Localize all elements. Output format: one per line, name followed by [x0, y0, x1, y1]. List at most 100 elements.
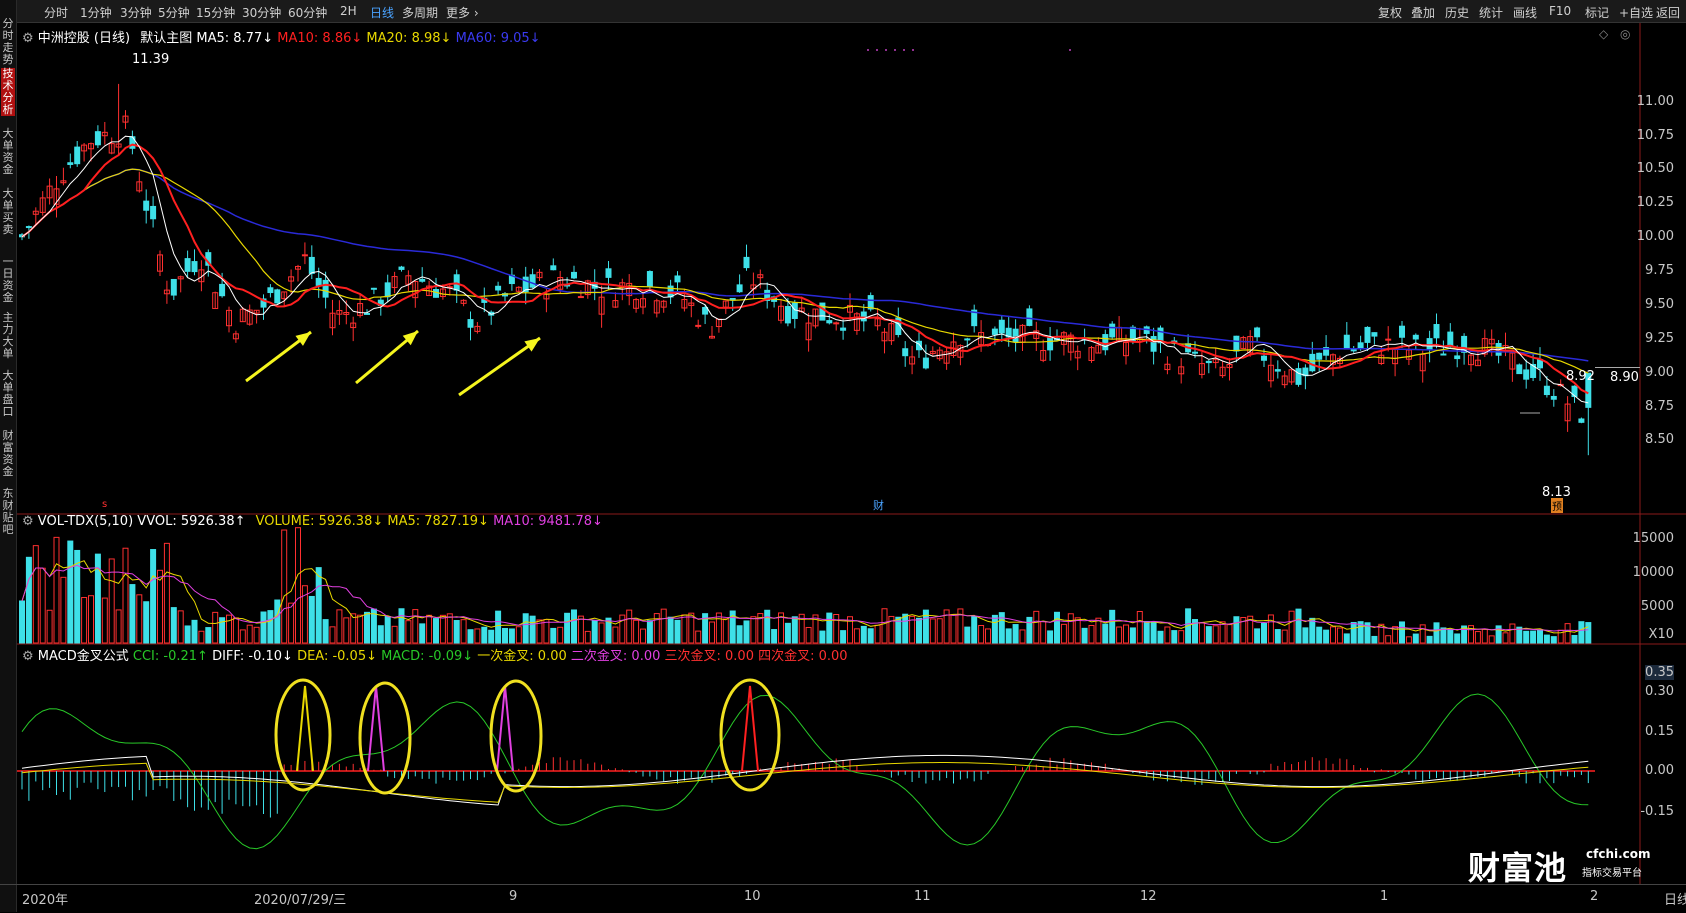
candle-body [219, 283, 226, 297]
date-label: 1 [1380, 889, 1389, 904]
settings-icon[interactable]: ⚙ [22, 31, 34, 46]
candle-body [384, 282, 391, 298]
lock-icon[interactable]: ◎ [1620, 27, 1630, 41]
sidebar-item-4[interactable]: 一日资金 [1, 256, 15, 304]
volume-bar [674, 619, 681, 644]
forecast-marker[interactable]: 预 [1551, 498, 1563, 513]
volume-bar [1226, 624, 1233, 644]
settings-icon[interactable]: ⚙ [22, 649, 34, 664]
ma20-value: MA20: 8.98↓ [366, 31, 452, 46]
volume-value: VOLUME: 5926.38↓ [255, 514, 384, 529]
period-tab-0[interactable]: 分时 [44, 4, 68, 21]
date-label: 10 [744, 889, 761, 904]
volume-bar [474, 628, 481, 644]
volume-bar [564, 612, 571, 644]
settings-icon[interactable]: ⚙ [22, 514, 34, 529]
volume-bar [929, 618, 936, 644]
period-tab-9[interactable]: 多周期 [402, 4, 438, 21]
sidebar-item-1[interactable]: 技术分析 [1, 68, 15, 116]
candle-body [840, 327, 847, 331]
sidebar-item-3[interactable]: 大单买卖 [1, 188, 15, 236]
sidebar-item-7[interactable]: 财富资金 [1, 430, 15, 478]
volume-bar [315, 567, 322, 644]
sidebar-item-5[interactable]: 主力大单 [1, 312, 15, 360]
volume-bar [191, 619, 198, 644]
vol-indicator-name[interactable]: VOL-TDX(5,10) [38, 514, 133, 529]
sidebar-item-2[interactable]: 大单资金 [1, 128, 15, 176]
tool-button-3[interactable]: 统计 [1479, 4, 1503, 21]
financial-report-marker[interactable]: 财 [873, 497, 884, 513]
macd-indicator-name[interactable]: MACD金叉公式 [38, 649, 129, 664]
volume-bar [1530, 630, 1537, 644]
volume-bar [681, 614, 688, 644]
volume-bar [598, 622, 605, 644]
volume-bar [1543, 634, 1550, 644]
tool-button-2[interactable]: 历史 [1445, 4, 1469, 21]
volume-bar [1116, 626, 1123, 644]
price-tick: 10.50 [1636, 161, 1674, 176]
sidebar-item-0[interactable]: 分时走势 [1, 18, 15, 66]
candle-body [364, 312, 370, 315]
tool-button-6[interactable]: 标记 [1585, 4, 1609, 21]
volume-bar [508, 628, 515, 644]
tool-button-5[interactable]: F10 [1549, 4, 1571, 18]
volume-bar [288, 602, 295, 644]
period-tab-4[interactable]: 15分钟 [196, 4, 235, 21]
volume-bar [1481, 628, 1488, 644]
macd-tick: 0.35 [1645, 665, 1674, 680]
volume-bar [998, 612, 1005, 644]
left-sidebar: 分时走势技术分析大单资金大单买卖一日资金主力大单大单盘口财富资金东财贴吧 [0, 0, 17, 912]
candle-body [1109, 323, 1116, 338]
volume-bar [295, 527, 301, 644]
volume-bar [32, 545, 39, 644]
vvol-value: VVOL: 5926.38↑ [137, 514, 246, 529]
period-tab-6[interactable]: 60分钟 [288, 4, 327, 21]
chart-template[interactable]: 默认主图 [140, 31, 192, 46]
volume-bar [1254, 628, 1261, 644]
volume-bar [1164, 626, 1171, 644]
candle-body [1412, 334, 1419, 340]
period-tab-7[interactable]: 2H [340, 4, 357, 18]
collapse-icon[interactable]: ◇ [1599, 27, 1608, 41]
volume-bar [1537, 629, 1543, 644]
period-tab-1[interactable]: 1分钟 [80, 4, 112, 21]
volume-bar [1578, 621, 1585, 644]
candle-body [529, 274, 536, 288]
cross-signal-spike [741, 685, 759, 772]
tool-button-0[interactable]: 复权 [1378, 4, 1402, 21]
date-label: 2 [1590, 889, 1599, 904]
date-label: 2020/07/29/三 [254, 893, 347, 908]
candle-body [736, 284, 743, 293]
period-tab-8[interactable]: 日线 [370, 4, 394, 21]
volume-bar [991, 614, 998, 644]
candle-body [743, 256, 750, 269]
period-tab-5[interactable]: 30分钟 [242, 4, 281, 21]
candle-body [646, 271, 653, 288]
candle-body [1523, 369, 1530, 380]
highlight-circle [358, 681, 412, 795]
stock-chart[interactable]: s [0, 0, 1686, 912]
volume-bar [1447, 628, 1454, 644]
period-tab-2[interactable]: 3分钟 [120, 4, 152, 21]
candle-body [308, 256, 315, 274]
candle-body [370, 287, 377, 290]
highlight-circle [489, 679, 543, 793]
tool-button-4[interactable]: 画线 [1513, 4, 1537, 21]
tool-button-1[interactable]: 叠加 [1411, 4, 1435, 21]
volume-bar [150, 549, 157, 644]
period-tab-3[interactable]: 5分钟 [158, 4, 190, 21]
period-tab-10[interactable]: 更多 › [446, 4, 479, 21]
main-legend: ⚙ 中洲控股 (日线) 默认主图 MA5: 8.77↓ MA10: 8.86↓ … [22, 27, 541, 46]
volume-bar [1019, 629, 1026, 644]
ma10-line [21, 143, 1589, 395]
candle-body [695, 324, 702, 327]
tool-button-7[interactable]: +自选 [1619, 4, 1653, 21]
sidebar-item-6[interactable]: 大单盘口 [1, 370, 15, 418]
event-dot [903, 49, 905, 51]
highlight-circle [274, 678, 332, 792]
date-label: 9 [509, 889, 518, 904]
volume-bar [1171, 630, 1178, 644]
tool-button-8[interactable]: 返回 [1656, 4, 1680, 21]
sidebar-item-8[interactable]: 东财贴吧 [1, 488, 15, 536]
volume-bar [53, 536, 60, 644]
